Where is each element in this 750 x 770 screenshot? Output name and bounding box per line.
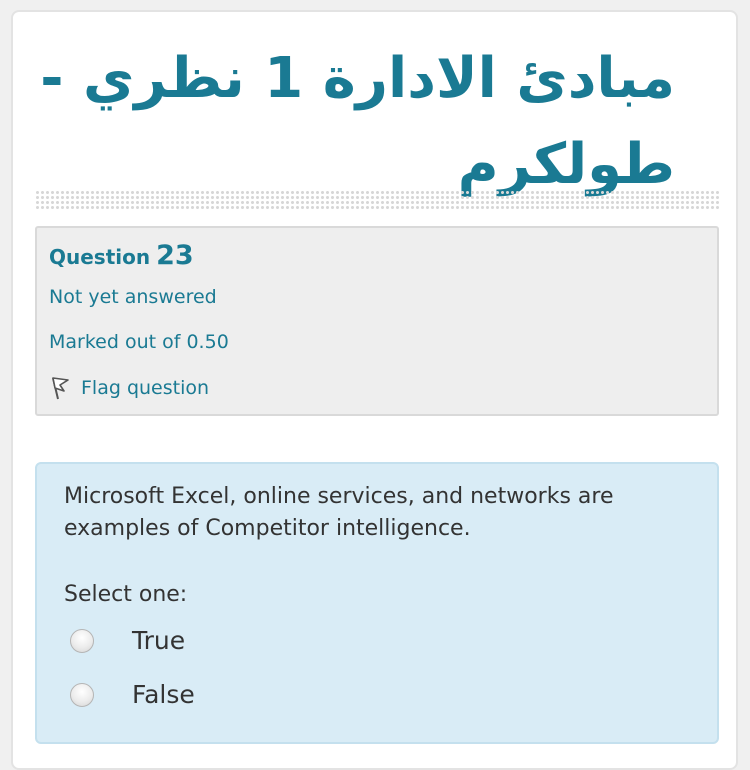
- question-content: Microsoft Excel, online services, and ne…: [35, 462, 719, 744]
- radio-true[interactable]: [70, 628, 94, 653]
- answer-label-false: False: [132, 680, 195, 709]
- select-one-prompt: Select one:: [64, 582, 188, 607]
- question-number: 23: [156, 240, 194, 271]
- question-heading: Question 23: [49, 240, 194, 271]
- answer-option-false[interactable]: False: [70, 680, 195, 709]
- answer-option-true[interactable]: True: [70, 626, 185, 655]
- dotted-divider: [35, 190, 719, 210]
- answer-label-true: True: [132, 626, 186, 655]
- quiz-card: مبادئ الادارة 1 نظري - طولكرم Question 23…: [11, 10, 738, 770]
- radio-false[interactable]: [70, 682, 94, 707]
- question-grade: Marked out of 0.50: [49, 331, 229, 353]
- question-text: Microsoft Excel, online services, and ne…: [64, 484, 614, 541]
- course-title: مبادئ الادارة 1 نظري - طولكرم: [40, 46, 675, 197]
- question-info-panel: Question 23 Not yet answered Marked out o…: [35, 226, 719, 416]
- flag-icon: [52, 377, 69, 400]
- question-state: Not yet answered: [49, 286, 217, 308]
- question-label: Question: [49, 245, 151, 269]
- flag-question-label: Flag question: [81, 377, 210, 399]
- flag-question-link[interactable]: Flag question: [49, 375, 209, 401]
